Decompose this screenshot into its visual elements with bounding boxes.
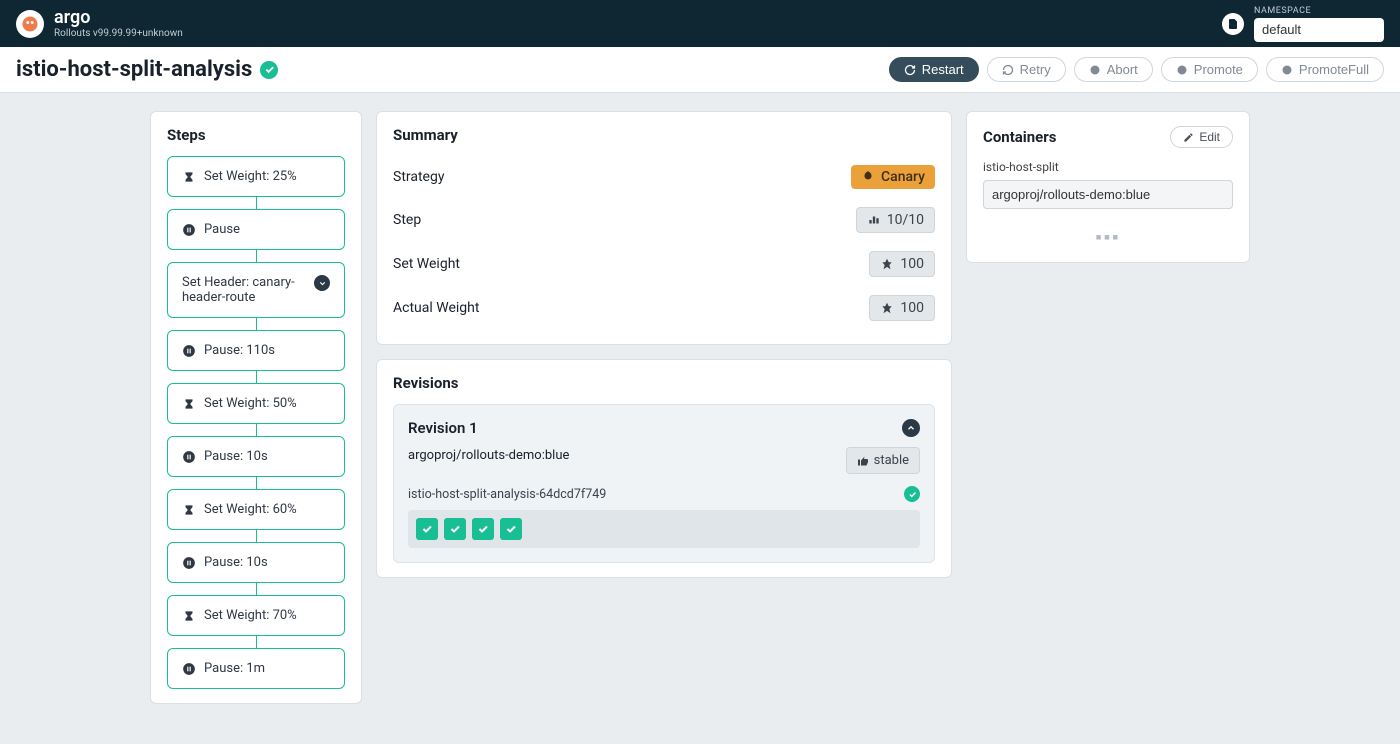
summary-card: Summary Strategy Canary Step 10/10 Set W… — [376, 111, 952, 345]
step-connector — [256, 424, 257, 436]
step-label: Set Weight: 70% — [204, 608, 330, 623]
restart-label: Restart — [922, 62, 964, 77]
step-connector — [256, 250, 257, 262]
pod-icon[interactable] — [472, 518, 494, 540]
strategy-value: Canary — [851, 165, 935, 189]
pods-strip — [408, 510, 920, 548]
promote-label: Promote — [1194, 62, 1243, 77]
revisions-title: Revisions — [393, 374, 935, 392]
step-label: Set Weight: 50% — [204, 396, 330, 411]
topbar: argo Rollouts v99.99.99+unknown NAMESPAC… — [0, 0, 1400, 47]
replicaset-name: istio-host-split-analysis-64dcd7f749 — [408, 487, 606, 502]
step-label: Set Weight: 60% — [204, 502, 330, 517]
revision-title: Revision 1 — [408, 419, 478, 437]
argo-logo-icon — [16, 10, 44, 38]
step-label: Pause: 1m — [204, 661, 330, 676]
step-connector — [256, 197, 257, 209]
chevron-down-icon[interactable] — [314, 275, 330, 291]
container-name: istio-host-split — [983, 160, 1233, 174]
summary-title: Summary — [393, 126, 935, 144]
content: Steps Set Weight: 25% Pause Set Header: ca… — [0, 93, 1400, 744]
setweight-value-text: 100 — [900, 256, 924, 272]
containers-card: Containers Edit istio-host-split ▪▪▪ — [966, 111, 1250, 263]
step-connector — [256, 371, 257, 383]
step-item: Set Weight: 50% — [167, 383, 345, 424]
brand-name: argo — [54, 9, 183, 27]
restart-button[interactable]: Restart — [889, 57, 979, 82]
brand: argo Rollouts v99.99.99+unknown — [16, 9, 183, 39]
promote-button[interactable]: Promote — [1161, 57, 1258, 82]
stable-badge: stable — [846, 447, 920, 474]
step-connector — [256, 530, 257, 542]
subbar: istio-host-split-analysis Restart Retry … — [0, 47, 1400, 93]
actualweight-value: 100 — [869, 295, 935, 321]
containers-title: Containers — [983, 128, 1056, 146]
step-item: Pause: 1m — [167, 648, 345, 689]
namespace-input[interactable] — [1254, 18, 1384, 42]
step-item: Pause: 10s — [167, 542, 345, 583]
edit-containers-button[interactable]: Edit — [1170, 126, 1233, 148]
steps-card: Steps Set Weight: 25% Pause Set Header: ca… — [150, 111, 362, 704]
promote-full-button[interactable]: PromoteFull — [1266, 57, 1384, 82]
setweight-value: 100 — [869, 251, 935, 277]
steps-title: Steps — [167, 126, 345, 144]
brand-version: Rollouts v99.99.99+unknown — [54, 29, 183, 39]
revision-item: Revision 1 argoproj/rollouts-demo:blue sta… — [393, 404, 935, 563]
strategy-value-text: Canary — [881, 169, 925, 185]
namespace-label: NAMESPACE — [1254, 6, 1311, 16]
action-bar: Restart Retry Abort Promote PromoteFull — [889, 57, 1384, 82]
step-item: Pause: 110s — [167, 330, 345, 371]
container-image-input[interactable] — [983, 180, 1233, 209]
step-connector — [256, 477, 257, 489]
setweight-label: Set Weight — [393, 256, 460, 272]
pod-icon[interactable] — [444, 518, 466, 540]
step-item[interactable]: Set Header: canary-header-route — [167, 262, 345, 318]
page-title: istio-host-split-analysis — [16, 57, 252, 82]
step-label: Pause: 10s — [204, 449, 330, 464]
pod-icon[interactable] — [416, 518, 438, 540]
pod-icon[interactable] — [500, 518, 522, 540]
collapse-button[interactable] — [902, 419, 920, 437]
step-value-text: 10/10 — [887, 212, 924, 228]
retry-label: Retry — [1020, 62, 1051, 77]
strategy-label: Strategy — [393, 169, 444, 185]
healthy-icon — [904, 486, 920, 502]
retry-button[interactable]: Retry — [987, 57, 1066, 82]
step-connector — [256, 318, 257, 330]
step-value: 10/10 — [856, 207, 935, 233]
step-label: Pause: 10s — [204, 555, 330, 570]
revision-image: argoproj/rollouts-demo:blue — [408, 448, 569, 463]
abort-label: Abort — [1107, 62, 1138, 77]
step-connector — [256, 583, 257, 595]
step-item: Set Weight: 60% — [167, 489, 345, 530]
abort-button[interactable]: Abort — [1074, 57, 1153, 82]
step-item: Set Weight: 25% — [167, 156, 345, 197]
revisions-card: Revisions Revision 1 argoproj/rollouts-de… — [376, 359, 952, 578]
step-label: Pause — [204, 222, 330, 237]
step-label: Set Header: canary-header-route — [182, 275, 306, 305]
step-item: Set Weight: 70% — [167, 595, 345, 636]
edit-label: Edit — [1199, 130, 1220, 144]
step-connector — [256, 636, 257, 648]
actualweight-label: Actual Weight — [393, 300, 479, 316]
step-label: Step — [393, 212, 421, 228]
actualweight-value-text: 100 — [900, 300, 924, 316]
docs-button[interactable] — [1222, 13, 1244, 35]
step-item: Pause: 10s — [167, 436, 345, 477]
step-item: Pause — [167, 209, 345, 250]
containers-decor-icon: ▪▪▪ — [983, 227, 1233, 248]
step-label: Pause: 110s — [204, 343, 330, 358]
healthy-icon — [260, 61, 278, 79]
promote-full-label: PromoteFull — [1299, 62, 1369, 77]
step-label: Set Weight: 25% — [204, 169, 330, 184]
